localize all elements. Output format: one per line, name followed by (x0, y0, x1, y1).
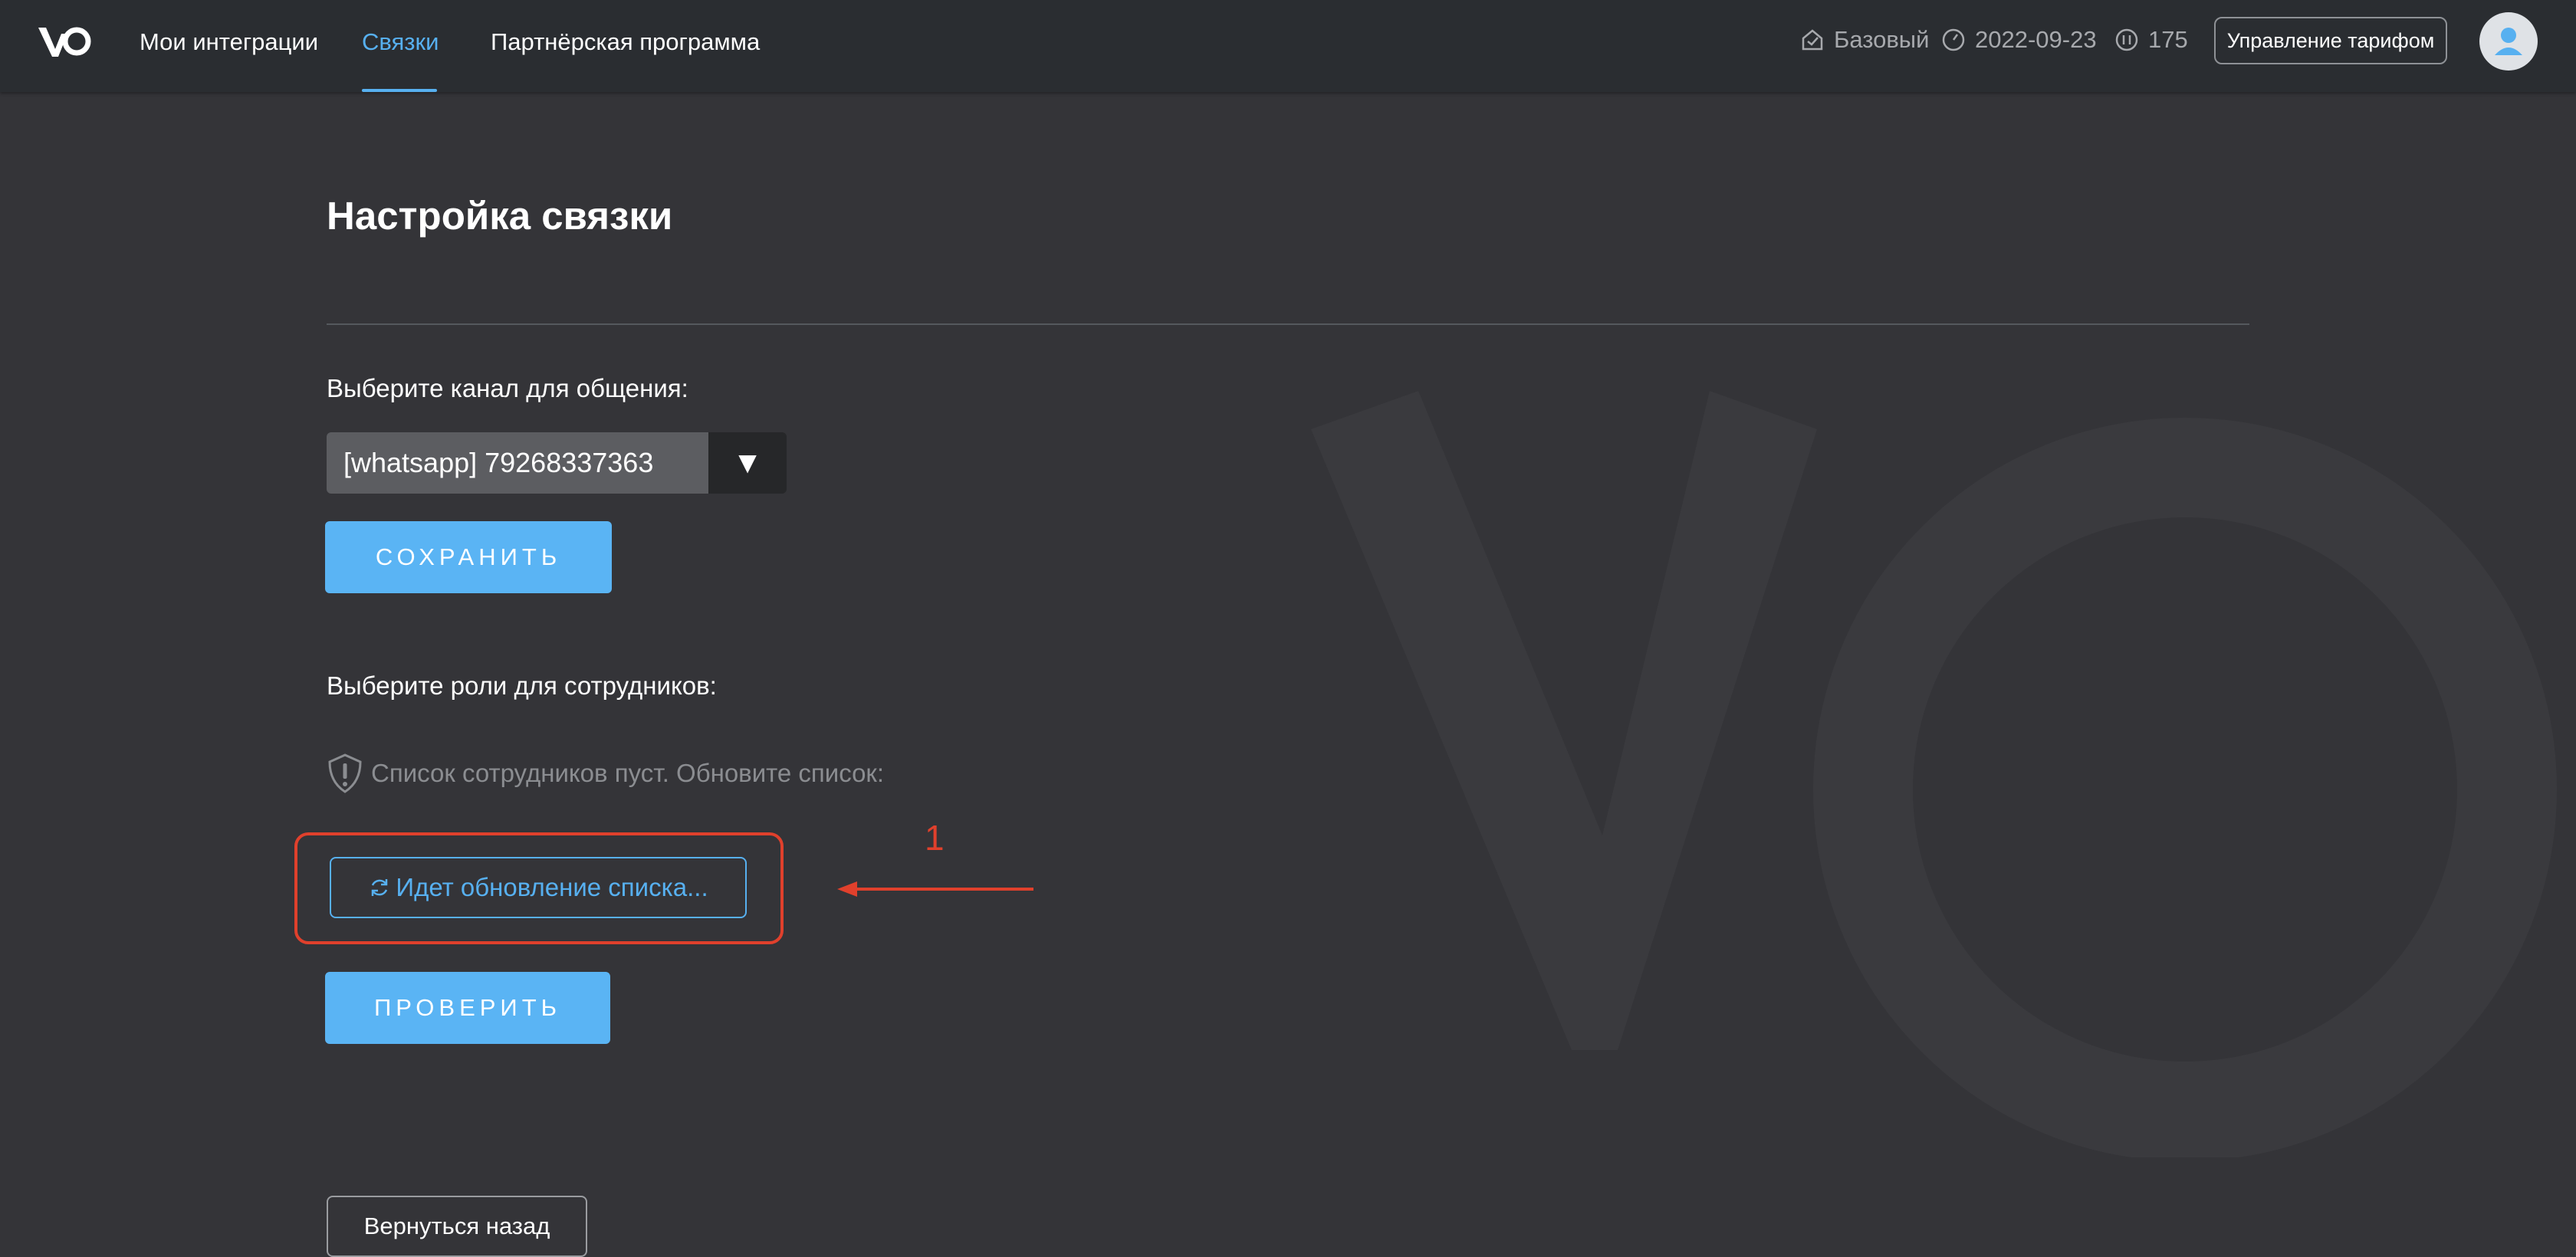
save-button[interactable]: СОХРАНИТЬ (325, 521, 612, 593)
tariff-plan-name: Базовый (1834, 26, 1930, 53)
back-button[interactable]: Вернуться назад (327, 1196, 587, 1257)
channel-label: Выберите канал для общения: (327, 374, 688, 402)
top-navigation-bar: Мои интеграции Связки Партнёрская програ… (0, 0, 2576, 92)
counter-icon (2115, 28, 2138, 51)
tariff-counter: 175 (2114, 26, 2188, 54)
logo-icon[interactable] (35, 23, 94, 60)
empty-list-warning: Список сотрудников пуст. Обновите список… (327, 753, 884, 794)
title-divider (327, 323, 2249, 325)
channel-select[interactable]: [whatsapp] 79268337363 ▼ (327, 432, 787, 494)
tariff-expiry-date: 2022-09-23 (1975, 26, 2097, 53)
roles-label: Выберите роли для сотрудников: (327, 671, 717, 700)
clock-icon (1942, 28, 1965, 51)
empty-list-warning-text: Список сотрудников пуст. Обновите список… (371, 759, 885, 787)
tariff-expiry: 2022-09-23 (1941, 26, 2097, 54)
active-tab-indicator (362, 89, 437, 92)
channel-select-value: [whatsapp] 79268337363 (327, 432, 708, 494)
user-icon (2495, 28, 2522, 55)
arrow-left-icon (837, 881, 1033, 897)
page-title: Настройка связки (327, 194, 673, 238)
dropdown-arrow-icon[interactable]: ▼ (708, 432, 787, 494)
nav-item-bundles[interactable]: Связки (362, 28, 439, 57)
nav-item-my-integrations[interactable]: Мои интеграции (140, 28, 318, 57)
annotation-number: 1 (925, 818, 945, 858)
tariff-plan: Базовый (1800, 26, 1929, 54)
refresh-list-label: Идет обновление списка... (396, 873, 708, 901)
tariff-counter-value: 175 (2148, 26, 2188, 53)
background-watermark-logo (1311, 391, 2557, 1157)
user-avatar[interactable] (2479, 12, 2538, 71)
warning-shield-icon (328, 753, 362, 793)
manage-tariff-button[interactable]: Управление тарифом (2214, 17, 2447, 64)
check-button[interactable]: ПРОВЕРИТЬ (325, 972, 610, 1044)
tariff-icon (1802, 29, 1823, 51)
nav-item-partner-program[interactable]: Партнёрская программа (491, 28, 760, 57)
refresh-icon (372, 879, 388, 896)
refresh-list-button[interactable]: Идет обновление списка... (330, 857, 747, 918)
